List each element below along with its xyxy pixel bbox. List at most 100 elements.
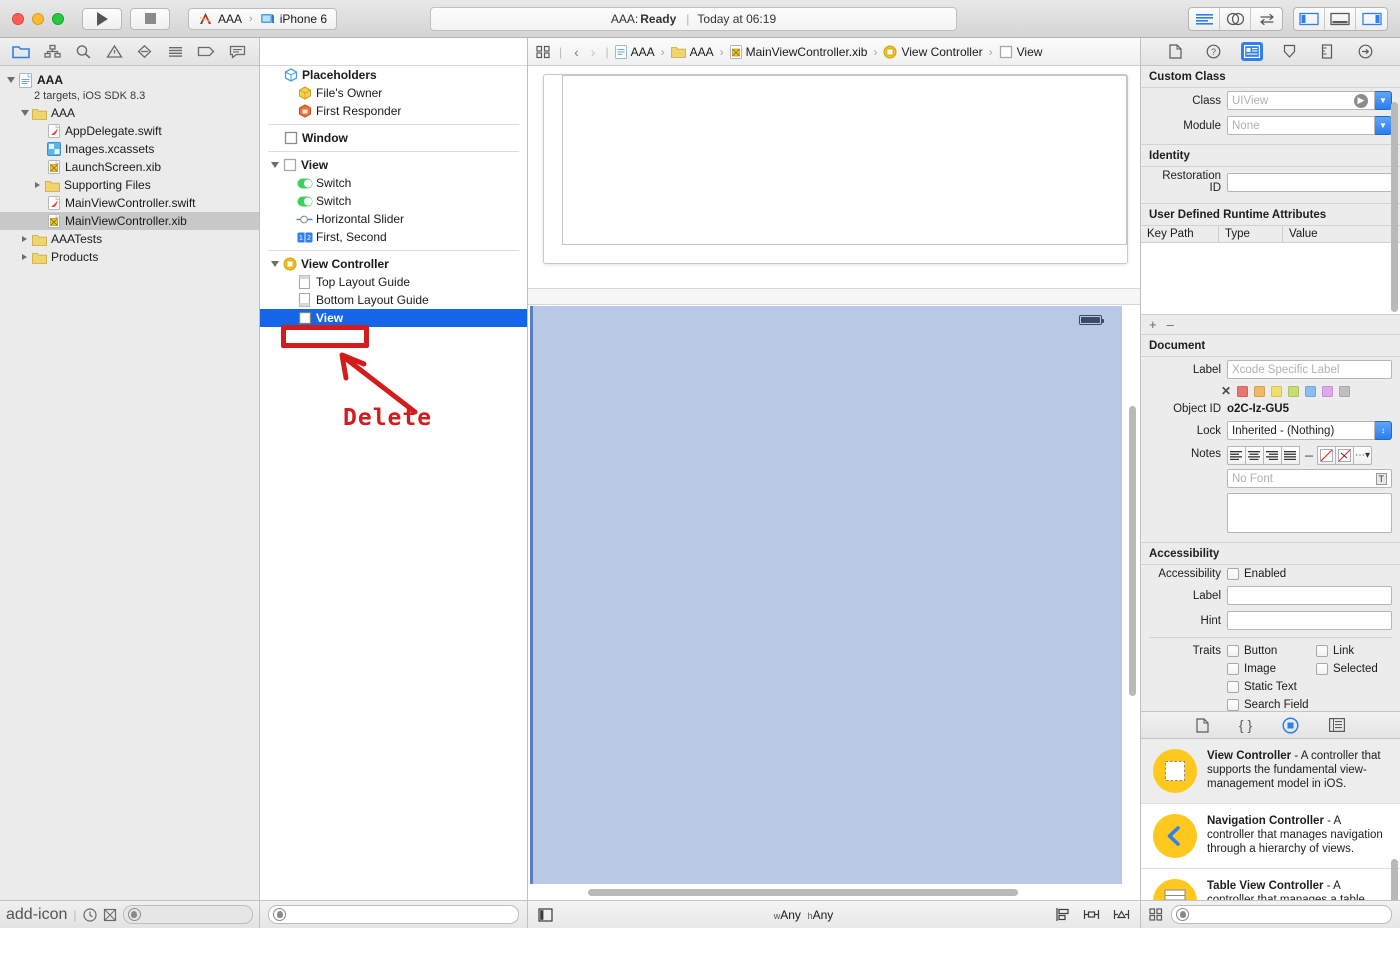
resolve-issues-icon[interactable] (1113, 907, 1130, 922)
lock-stepper[interactable]: ↕ (1375, 421, 1392, 440)
minimize-window-button[interactable] (32, 12, 44, 25)
project-disclosure-triangle[interactable] (4, 77, 17, 83)
outline-item-switch-1[interactable]: Switch (260, 174, 527, 192)
add-icon[interactable]: add-icon (6, 906, 67, 924)
identity-inspector-body[interactable]: Custom Class Class UIView ▶ ▼ Module Non… (1141, 66, 1400, 711)
udra-remove-button[interactable]: – (1167, 317, 1174, 332)
supporting-files-disclosure-triangle[interactable] (31, 182, 44, 188)
report-navigator-button[interactable] (228, 42, 248, 62)
breadcrumb-item-view[interactable]: View (999, 45, 1042, 59)
outline-item-first-responder[interactable]: First Responder (260, 102, 527, 120)
library-item-table-view-controller[interactable]: Table View Controller - A controller tha… (1141, 869, 1400, 900)
outline-header-placeholders[interactable]: Placeholders (260, 66, 527, 84)
module-dropdown-button[interactable]: ▼ (1375, 116, 1392, 135)
label-color-red[interactable] (1237, 385, 1249, 397)
class-input[interactable]: UIView ▶ (1227, 91, 1375, 110)
breakpoint-navigator-button[interactable] (197, 42, 217, 62)
version-editor-button[interactable] (1251, 8, 1282, 30)
project-navigator-tree[interactable]: AAA 2 targets, iOS SDK 8.3 AAA AppDelega… (0, 66, 259, 900)
arrow-circle-icon[interactable]: ▶ (1354, 93, 1368, 108)
label-color-gray[interactable] (1339, 385, 1351, 397)
label-color-orange[interactable] (1254, 385, 1266, 397)
font-field[interactable]: No Font T (1227, 469, 1392, 488)
breadcrumb-item-view-controller[interactable]: View Controller (883, 45, 983, 59)
nav-row-aaatests[interactable]: AAATests (0, 230, 259, 248)
code-snippet-library-icon[interactable]: { } (1239, 717, 1252, 733)
notes-text-area[interactable] (1227, 493, 1392, 533)
align-justify-button[interactable] (1281, 446, 1300, 465)
lock-value[interactable]: Inherited - (Nothing) (1227, 421, 1375, 440)
trait-button-checkbox[interactable] (1227, 645, 1239, 657)
project-root-row[interactable]: AAA (0, 71, 259, 89)
udra-add-button[interactable]: + (1149, 317, 1157, 332)
nav-row-xcassets[interactable]: Images.xcassets (0, 140, 259, 158)
toggle-outline-icon[interactable] (538, 907, 553, 922)
media-library-icon[interactable] (1329, 718, 1346, 732)
nav-row-mainviewcontroller-xib[interactable]: MainViewController.xib (0, 212, 259, 230)
nav-row-products[interactable]: Products (0, 248, 259, 266)
nav-row-launchscreen[interactable]: LaunchScreen.xib (0, 158, 259, 176)
align-center-button[interactable] (1245, 446, 1264, 465)
outline-header-window[interactable]: Window (260, 129, 527, 147)
standard-editor-button[interactable] (1189, 8, 1220, 30)
size-class-label[interactable]: wAny hAny (553, 908, 1054, 922)
toggle-debug-button[interactable] (1325, 8, 1356, 30)
align-left-button[interactable] (1227, 446, 1246, 465)
module-combo[interactable]: None ▼ (1227, 116, 1392, 135)
trait-selected-checkbox[interactable] (1316, 663, 1328, 675)
acc-label-input[interactable] (1227, 586, 1392, 605)
editor-mode-segment[interactable] (1188, 7, 1283, 31)
canvas-selected-view[interactable] (530, 306, 1122, 884)
dashes-button[interactable]: --- (1299, 446, 1318, 465)
outline-header-view[interactable]: View (260, 156, 527, 174)
label-color-purple[interactable] (1322, 385, 1334, 397)
symbol-navigator-button[interactable] (42, 42, 62, 62)
trait-image-checkbox[interactable] (1227, 663, 1239, 675)
label-color-green[interactable] (1288, 385, 1300, 397)
run-button[interactable] (82, 7, 122, 30)
notes-more-button[interactable]: ⋯▾ (1353, 446, 1372, 465)
label-color-swatches[interactable]: ✕ (1141, 382, 1400, 400)
canvas-window-object[interactable] (543, 74, 1128, 264)
pin-icon[interactable] (1083, 907, 1100, 922)
trait-link-checkbox[interactable] (1316, 645, 1328, 657)
module-input[interactable]: None (1227, 116, 1375, 135)
toggle-utilities-button[interactable] (1356, 8, 1387, 30)
go-forward-button[interactable]: › (587, 44, 600, 60)
search-navigator-button[interactable] (73, 42, 93, 62)
object-library-icon[interactable] (1282, 716, 1299, 734)
group-disclosure-triangle[interactable] (18, 110, 31, 116)
accessibility-enabled-checkbox[interactable] (1227, 568, 1239, 580)
identity-inspector-tab[interactable] (1240, 42, 1263, 61)
restoration-id-input[interactable] (1227, 172, 1392, 192)
aaatests-disclosure-triangle[interactable] (18, 236, 31, 242)
library-scrollbar[interactable] (1391, 859, 1398, 900)
navigator-filter-field[interactable] (122, 905, 253, 924)
class-dropdown-button[interactable]: ▼ (1375, 91, 1392, 110)
quick-help-tab[interactable]: ? (1203, 42, 1225, 61)
outline-item-top-layout-guide[interactable]: Top Layout Guide (260, 273, 527, 291)
filter-icon[interactable] (103, 908, 117, 922)
issue-navigator-button[interactable] (104, 42, 124, 62)
outline-item-segmented-control[interactable]: 1 2 First, Second (260, 228, 527, 246)
outline-item-view-selected[interactable]: View (260, 309, 527, 327)
inspector-scrollbar[interactable] (1391, 102, 1398, 312)
debug-navigator-button[interactable] (166, 42, 186, 62)
size-inspector-tab[interactable] (1316, 42, 1338, 61)
library-item-view-controller[interactable]: View Controller - A controller that supp… (1141, 739, 1400, 804)
outline-item-files-owner[interactable]: File's Owner (260, 84, 527, 102)
doc-label-input[interactable]: Xcode Specific Label (1227, 360, 1392, 379)
related-files-icon[interactable] (536, 45, 551, 59)
library-filter-field[interactable] (1171, 905, 1392, 924)
nav-row-appdelegate[interactable]: AppDelegate.swift (0, 122, 259, 140)
align-icon[interactable] (1054, 907, 1070, 922)
trait-search-field-checkbox[interactable] (1227, 699, 1239, 711)
background-color-button[interactable] (1335, 446, 1354, 465)
canvas-vertical-scrollbar[interactable] (1129, 406, 1136, 696)
project-navigator-button[interactable] (11, 42, 31, 62)
document-outline-tree[interactable]: Placeholders File's Owner First Responde… (260, 66, 527, 900)
connections-inspector-tab[interactable] (1354, 42, 1376, 61)
align-right-button[interactable] (1263, 446, 1282, 465)
toggle-navigator-button[interactable] (1294, 8, 1325, 30)
outline-item-horizontal-slider[interactable]: Horizontal Slider (260, 210, 527, 228)
